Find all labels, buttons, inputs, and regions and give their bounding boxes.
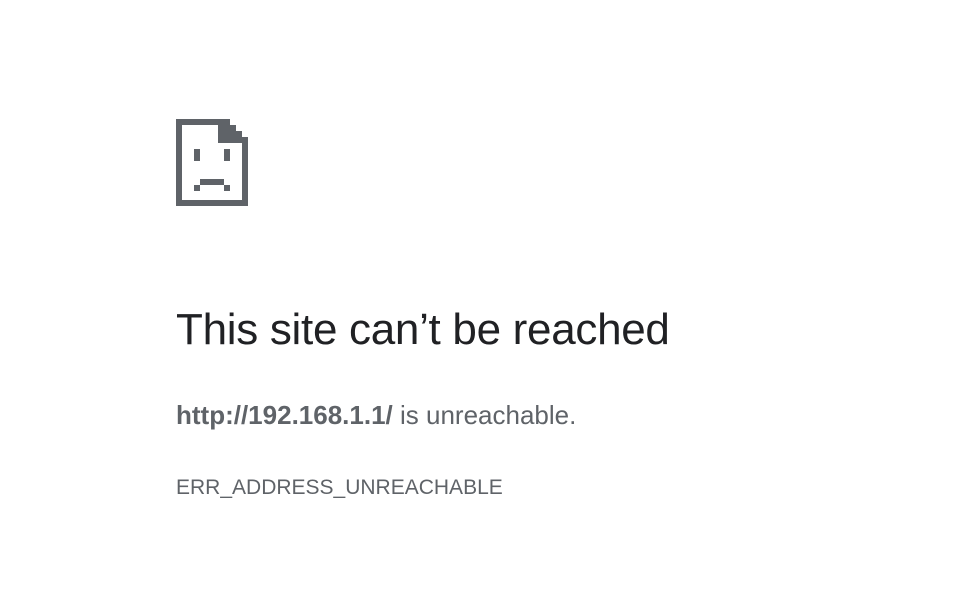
sad-document-icon	[176, 119, 248, 206]
error-page: This site can’t be reached http://192.16…	[0, 0, 964, 604]
error-code: ERR_ADDRESS_UNREACHABLE	[176, 476, 503, 499]
error-summary: http://192.168.1.1/ is unreachable.	[176, 397, 576, 433]
summary-text: is unreachable.	[392, 400, 577, 430]
unreachable-url: http://192.168.1.1/	[176, 400, 393, 430]
page-title: This site can’t be reached	[176, 305, 670, 354]
